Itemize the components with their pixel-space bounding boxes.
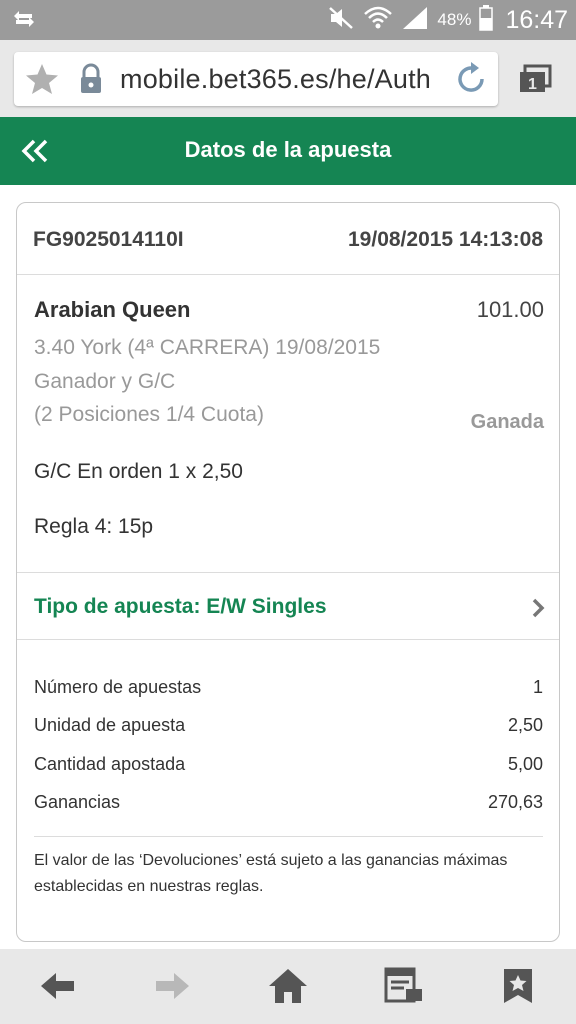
each-way-terms: (2 Posiciones 1/4 Cuota) xyxy=(34,403,264,426)
reading-list-icon[interactable] xyxy=(384,967,424,1010)
selection-details: Arabian Queen 101.00 3.40 York (4ª CARRE… xyxy=(17,275,559,573)
page-header: Datos de la apuesta xyxy=(0,117,576,185)
bookmarks-icon[interactable] xyxy=(501,967,535,1010)
home-icon[interactable] xyxy=(267,967,309,1010)
chevron-right-icon xyxy=(531,598,545,623)
place-line: G/C En orden 1 x 2,50 xyxy=(34,460,243,483)
summary-value: 2,50 xyxy=(507,715,543,735)
wifi-icon xyxy=(363,4,393,37)
bet-card-header: FG9025014110I 19/08/2015 14:13:08 xyxy=(17,203,559,275)
selection-name: Arabian Queen xyxy=(34,297,191,322)
address-bar[interactable]: mobile.bet365.es/he/Auth xyxy=(14,52,498,106)
clock: 16:47 xyxy=(505,5,568,34)
bet-details-content: FG9025014110I 19/08/2015 14:13:08 Arabia… xyxy=(0,185,576,949)
battery-icon xyxy=(479,4,494,36)
forward-arrow-icon[interactable] xyxy=(152,967,192,1010)
browser-bottom-nav xyxy=(0,949,576,1024)
summary-label: Unidad de apuesta xyxy=(34,715,186,735)
browser-toolbar: mobile.bet365.es/he/Auth 1 xyxy=(0,40,576,117)
summary-label: Ganancias xyxy=(34,792,121,812)
summary-row: Cantidad apostada 5,00 xyxy=(34,754,543,778)
bookmark-star-icon[interactable] xyxy=(24,62,60,101)
url-text[interactable]: mobile.bet365.es/he/Auth xyxy=(120,64,450,95)
summary-row: Ganancias 270,63 xyxy=(34,792,543,816)
mute-icon xyxy=(327,5,355,36)
lock-icon xyxy=(78,63,104,100)
race-info: 3.40 York (4ª CARRERA) 19/08/2015 xyxy=(34,336,381,359)
status-bar: 48% 16:47 xyxy=(0,0,576,40)
market-name: Ganador y G/C xyxy=(34,370,176,393)
reload-icon[interactable] xyxy=(452,59,490,104)
returns-disclaimer: El valor de las ‘Devoluciones’ está suje… xyxy=(34,852,508,895)
selection-odds: 101.00 xyxy=(476,297,544,322)
tabs-icon[interactable]: 1 xyxy=(518,64,552,99)
bet-reference: FG9025014110I xyxy=(33,228,184,251)
page-title: Datos de la apuesta xyxy=(184,137,392,162)
summary-row: Número de apuestas 1 xyxy=(34,677,543,701)
summary-value: 270,63 xyxy=(487,792,543,812)
summary-label: Número de apuestas xyxy=(34,677,202,697)
bet-card: FG9025014110I 19/08/2015 14:13:08 Arabia… xyxy=(16,202,560,942)
status-badge: Ganada xyxy=(470,411,544,433)
rule-4-deduction: Regla 4: 15p xyxy=(34,515,154,538)
back-arrow-icon[interactable] xyxy=(38,967,78,1010)
summary-value: 1 xyxy=(532,677,543,697)
svg-text:1: 1 xyxy=(528,76,537,93)
bet-datetime: 19/08/2015 14:13:08 xyxy=(348,228,543,251)
sync-icon xyxy=(10,7,38,36)
battery-percent: 48% xyxy=(437,10,472,29)
signal-icon xyxy=(401,5,429,36)
divider xyxy=(34,836,543,837)
summary-value: 5,00 xyxy=(507,754,543,774)
bet-type-row[interactable]: Tipo de apuesta: E/W Singles xyxy=(17,573,559,640)
summary-row: Unidad de apuesta 2,50 xyxy=(34,715,543,739)
summary-label: Cantidad apostada xyxy=(34,754,186,774)
bet-type-label: Tipo de apuesta: E/W Singles xyxy=(34,595,327,618)
